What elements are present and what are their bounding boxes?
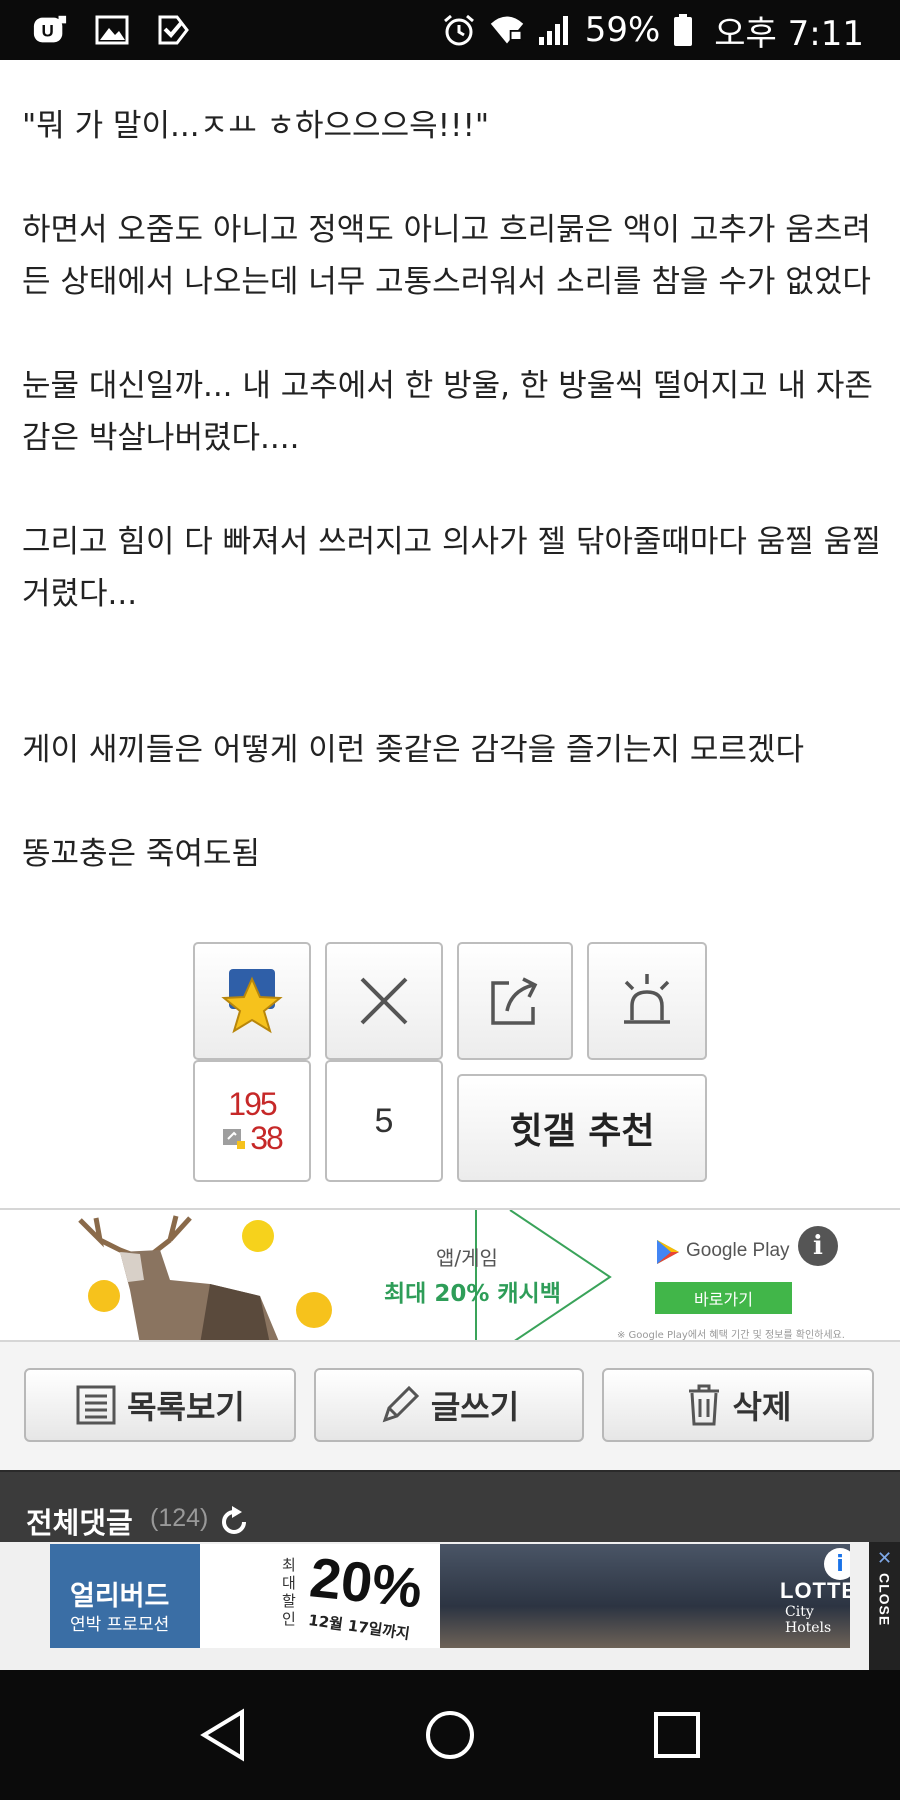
report-button[interactable] (587, 942, 707, 1060)
write-button[interactable]: 글쓰기 (314, 1368, 584, 1442)
ad2-discount-badge: 최대 할인 20% 12월 17일까지 (200, 1544, 440, 1648)
recents-button[interactable] (642, 1700, 712, 1770)
ad-close-strip[interactable]: ✕ CLOSE (869, 1542, 900, 1670)
hit-gallery-recommend-button[interactable]: 힛갤 추천 (457, 1074, 707, 1182)
up-count: 195 (228, 1086, 277, 1122)
siren-icon (624, 974, 670, 1024)
article-paragraph: 게이 새끼들은 어떻게 이런 좆같은 감각을 즐기는지 모르겠다 (22, 732, 804, 768)
status-left-icons: U (32, 12, 192, 48)
comments-count: (124) (150, 1504, 209, 1532)
article-paragraph: 똥꼬충은 죽여도됨 (22, 836, 261, 872)
deer-illustration (78, 1215, 332, 1340)
x-icon (360, 977, 408, 1025)
ad-info-icon[interactable]: i (798, 1226, 838, 1266)
fixed-count-row: 38 (222, 1120, 284, 1156)
status-right: 59% 오후 7:11 (441, 6, 864, 55)
google-play-icon (657, 1240, 679, 1264)
ad2-brand-sub: City Hotels (785, 1604, 832, 1636)
hit-gallery-label: 힛갤 추천 (509, 1111, 655, 1152)
ad2-percent: 20% (307, 1545, 426, 1620)
share-button[interactable] (457, 942, 573, 1060)
adchoices-icon[interactable]: i (824, 1548, 850, 1580)
uplus-icon: U (32, 12, 68, 48)
article-paragraph: "뭐 가 말이...ㅈㅛ ㅎ하으으으윽!!!" (22, 108, 490, 144)
ad-line2: 최대 20% 캐시백 (384, 1281, 561, 1307)
comments-title: 전체댓글 (26, 1506, 133, 1540)
signal-icon (537, 12, 573, 48)
list-icon (76, 1385, 116, 1425)
write-button-label: 글쓰기 (430, 1388, 520, 1426)
article-body: "뭐 가 말이...ㅈㅛ ㅎ하으으으윽!!!" 하면서 오줌도 아니고 정액도 … (22, 100, 882, 932)
recommend-count: 195 38 (193, 1060, 311, 1182)
status-bar: U 59% 오후 7:11 (0, 0, 900, 60)
comments-header: 전체댓글 (124) (0, 1470, 900, 1542)
star-icon (221, 969, 283, 1034)
recommend-button[interactable] (193, 942, 311, 1060)
ad-line1: 앱/게임 (436, 1246, 498, 1270)
back-button[interactable] (188, 1700, 258, 1770)
fixed-user-icon (223, 1129, 246, 1149)
post-actions: 목록보기 글쓰기 삭제 (0, 1342, 900, 1470)
back-icon (200, 1708, 245, 1762)
bottom-ad-area: 얼리버드 연박 프로모션 최대 할인 20% 12월 17일까지 LOTTE C… (0, 1542, 900, 1670)
delete-button[interactable]: 삭제 (602, 1368, 874, 1442)
android-nav-bar (0, 1670, 900, 1800)
not-recommend-count: 5 (325, 1060, 443, 1182)
ad2-left-panel: 얼리버드 연박 프로모션 (50, 1544, 200, 1648)
ad2-brand: LOTTE (780, 1578, 850, 1603)
ad2-controls: i ✕ (824, 1548, 850, 1580)
close-strip-icon: ✕ (876, 1548, 893, 1569)
alarm-icon (441, 12, 477, 48)
not-recommend-button[interactable] (325, 942, 443, 1060)
status-time: 오후 7:11 (714, 13, 864, 54)
article-paragraph: 눈물 대신일까... 내 고추에서 한 방울, 한 방울씩 떨어지고 내 자존감… (22, 368, 873, 456)
image-notification-icon (94, 12, 130, 48)
ad2-badge-label: 최대 할인 (282, 1556, 296, 1628)
refresh-icon[interactable] (218, 1506, 250, 1538)
trash-icon (688, 1384, 719, 1426)
recommend-box: 195 38 5 힛갤 추천 (193, 942, 708, 1182)
fixed-count: 38 (250, 1120, 284, 1156)
home-button[interactable] (415, 1700, 485, 1770)
recents-icon (653, 1712, 700, 1758)
down-count: 5 (374, 1101, 394, 1140)
list-button[interactable]: 목록보기 (24, 1368, 296, 1442)
ad2-subtitle: 연박 프로모션 (70, 1615, 170, 1635)
bottom-ad[interactable]: 얼리버드 연박 프로모션 최대 할인 20% 12월 17일까지 LOTTE C… (50, 1544, 850, 1648)
battery-icon (672, 12, 694, 48)
ad-cta-button[interactable]: 바로가기 (655, 1282, 792, 1314)
battery-percent: 59% (584, 10, 661, 50)
ad2-title: 얼리버드 (70, 1581, 170, 1612)
article-paragraph: 그리고 힘이 다 빠져서 쓰러지고 의사가 젤 닦아줄때마다 움찔 움찔거렸다.… (22, 524, 881, 612)
check-notification-icon (156, 12, 192, 48)
article-paragraph: 하면서 오줌도 아니고 정액도 아니고 흐리묽은 액이 고추가 움츠려든 상태에… (22, 212, 871, 300)
home-icon (425, 1711, 474, 1759)
list-button-label: 목록보기 (127, 1388, 245, 1426)
share-icon (491, 977, 538, 1025)
google-play-label: Google Play (686, 1240, 790, 1261)
wifi-lock-icon (489, 12, 525, 48)
ad-note: ※ Google Play에서 혜택 기간 및 정보를 확인하세요. (617, 1330, 845, 1341)
close-strip-label: CLOSE (876, 1573, 893, 1627)
ad-banner[interactable]: 앱/게임 최대 20% 캐시백 Google Play 바로가기 ※ Googl… (0, 1208, 900, 1342)
delete-button-label: 삭제 (732, 1388, 792, 1426)
svg-text:U: U (41, 22, 53, 41)
pencil-icon (382, 1385, 419, 1423)
